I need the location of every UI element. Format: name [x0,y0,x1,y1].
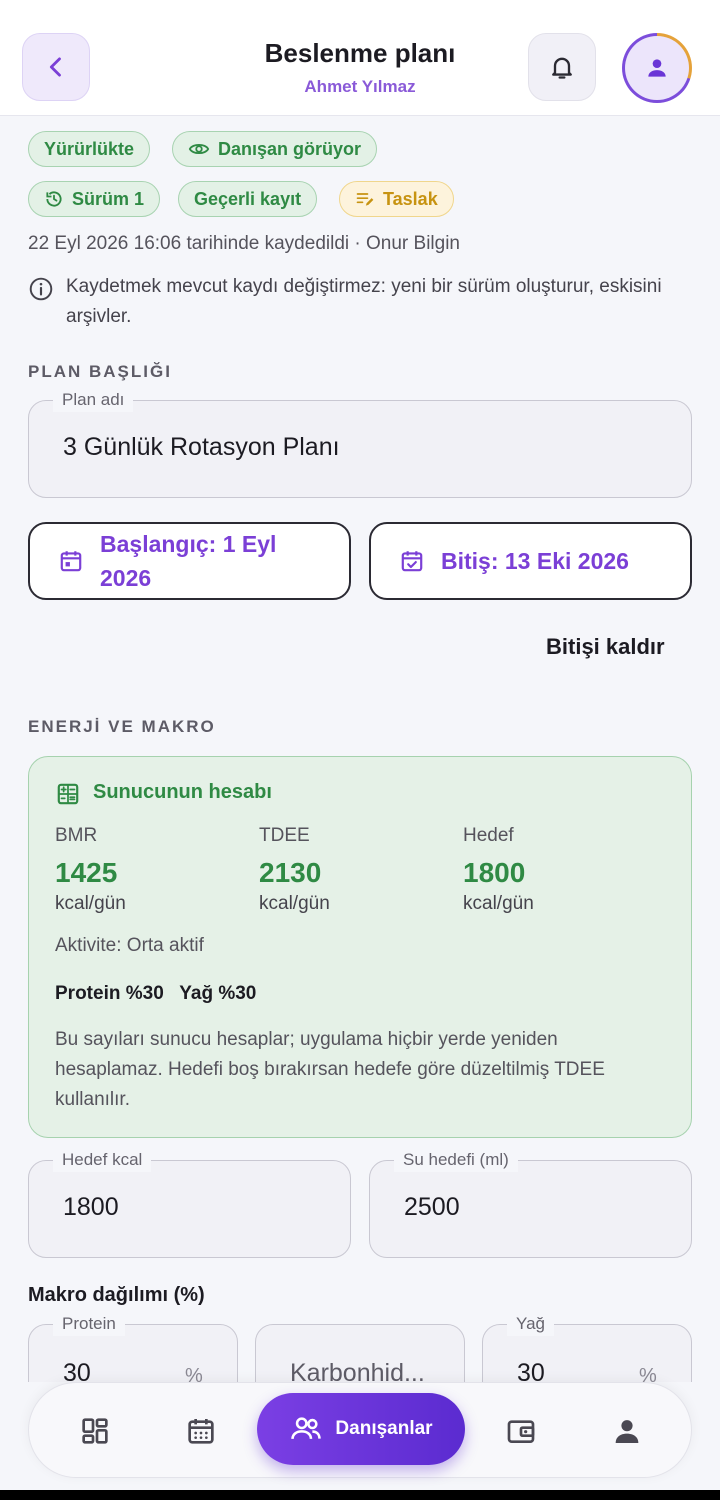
plan-name-label: Plan adı [53,388,134,412]
target-kcal-value: 1800 [63,1193,119,1221]
nav-profile[interactable] [603,1407,651,1455]
stat-unit: kcal/gün [463,893,534,914]
start-date-button[interactable]: Başlangıç: 1 Eyl 2026 [28,522,351,600]
stat-value: 1425 [55,857,118,888]
plan-form[interactable]: Yürürlükte Danışan görüyor Sürüm 1 Geçer… [0,116,720,1382]
calc-card-title: Sunucunun hesabı [93,781,272,803]
bottom-navigation: Danışanlar [28,1382,692,1478]
percent-suffix: % [185,1365,203,1382]
carb-percent-field[interactable]: Karbonhid... [255,1324,465,1382]
stat-label: BMR [55,825,98,846]
info-note: Kaydetmek mevcut kaydı değiştirmez: yeni… [28,274,698,332]
protein-percent-field[interactable]: Protein 30 % [28,1312,238,1382]
stat-target: Hedef 1800 kcal/gün [463,825,653,915]
calculator-icon [57,783,79,805]
notifications-button[interactable] [528,33,596,101]
profile-avatar[interactable] [622,33,692,103]
water-target-label: Su hedefi (ml) [394,1148,518,1172]
dashboard-icon [82,1418,108,1444]
draft-chip: Taslak [339,181,454,217]
eye-icon [188,143,210,155]
chevron-left-icon [49,57,61,77]
activity-level: Aktivite: Orta aktif [55,935,204,956]
client-name: Ahmet Yılmaz [304,77,416,96]
info-icon [29,277,53,301]
calc-note: Bu sayıları sunucu hesaplar; uygulama hi… [55,1029,605,1110]
stat-label: TDEE [259,825,310,846]
wallet-icon [507,1420,535,1443]
stat-value: 1800 [463,857,526,888]
nav-dashboard[interactable] [71,1407,119,1455]
user-icon [648,59,666,77]
stat-unit: kcal/gün [259,893,330,914]
clients-icon [291,1417,322,1440]
macro-summary: Protein %30 Yağ %30 [55,983,257,1004]
nav-clients-label: Danışanlar [335,1418,433,1439]
fat-label: Yağ [507,1312,554,1336]
version-chip: Sürüm 1 [28,181,161,217]
stat-tdee: TDEE 2130 kcal/gün [259,825,449,915]
nav-wallet[interactable] [497,1407,545,1455]
edit-note-icon [356,193,374,206]
back-button[interactable] [22,33,90,101]
stat-bmr: BMR 1425 kcal/gün [55,825,245,915]
nav-clients[interactable]: Danışanlar [257,1393,465,1465]
plan-name-value: 3 Günlük Rotasyon Planı [63,433,340,461]
fat-percent-field[interactable]: Yağ 30 % [482,1312,692,1382]
status-chip-active: Yürürlükte [28,131,151,167]
bell-icon [552,57,572,79]
plan-section-heading: PLAN BAŞLIĞI [28,362,172,381]
energy-section-heading: ENERJİ VE MAKRO [28,717,216,736]
stat-unit: kcal/gün [55,893,126,914]
protein-label: Protein [53,1312,125,1336]
target-kcal-label: Hedef kcal [53,1148,152,1172]
profile-icon [615,1420,639,1443]
plan-name-field[interactable]: Plan adı 3 Günlük Rotasyon Planı [28,388,692,498]
macro-split-heading: Makro dağılımı (%) [28,1284,205,1306]
end-date-label: Bitiş: 13 Eki 2026 [441,548,629,574]
server-calculation-card: Sunucunun hesabı BMR 1425 kcal/gün TDEE … [28,756,692,1138]
carb-placeholder: Karbonhid... [290,1359,425,1382]
remove-end-date-button[interactable]: Bitişi kaldır [546,634,665,660]
calendar-icon [60,551,82,572]
stat-value: 2130 [259,857,322,888]
saved-meta: 22 Eyl 2026 16:06 tarihinde kaydedildi ·… [28,233,460,254]
nav-calendar[interactable] [177,1407,225,1455]
percent-suffix: % [639,1365,657,1382]
target-kcal-field[interactable]: Hedef kcal 1800 [28,1148,351,1258]
calendar-icon [188,1419,214,1444]
valid-record-chip: Geçerli kayıt [178,181,318,217]
stat-label: Hedef [463,825,514,846]
page-title: Beslenme planı [264,38,456,68]
start-date-label: Başlangıç: 1 Eyl 2026 [100,531,277,591]
water-target-value: 2500 [404,1193,460,1221]
system-gesture-bar [0,1490,720,1500]
status-chip-visible: Danışan görüyor [172,131,378,167]
history-icon [46,191,62,207]
end-date-button[interactable]: Bitiş: 13 Eki 2026 [369,522,692,600]
app-header: Beslenme planı Ahmet Yılmaz [0,0,720,116]
calendar-check-icon [401,551,423,572]
protein-value: 30 [63,1359,91,1382]
water-target-field[interactable]: Su hedefi (ml) 2500 [369,1148,692,1258]
fat-value: 30 [517,1359,545,1382]
